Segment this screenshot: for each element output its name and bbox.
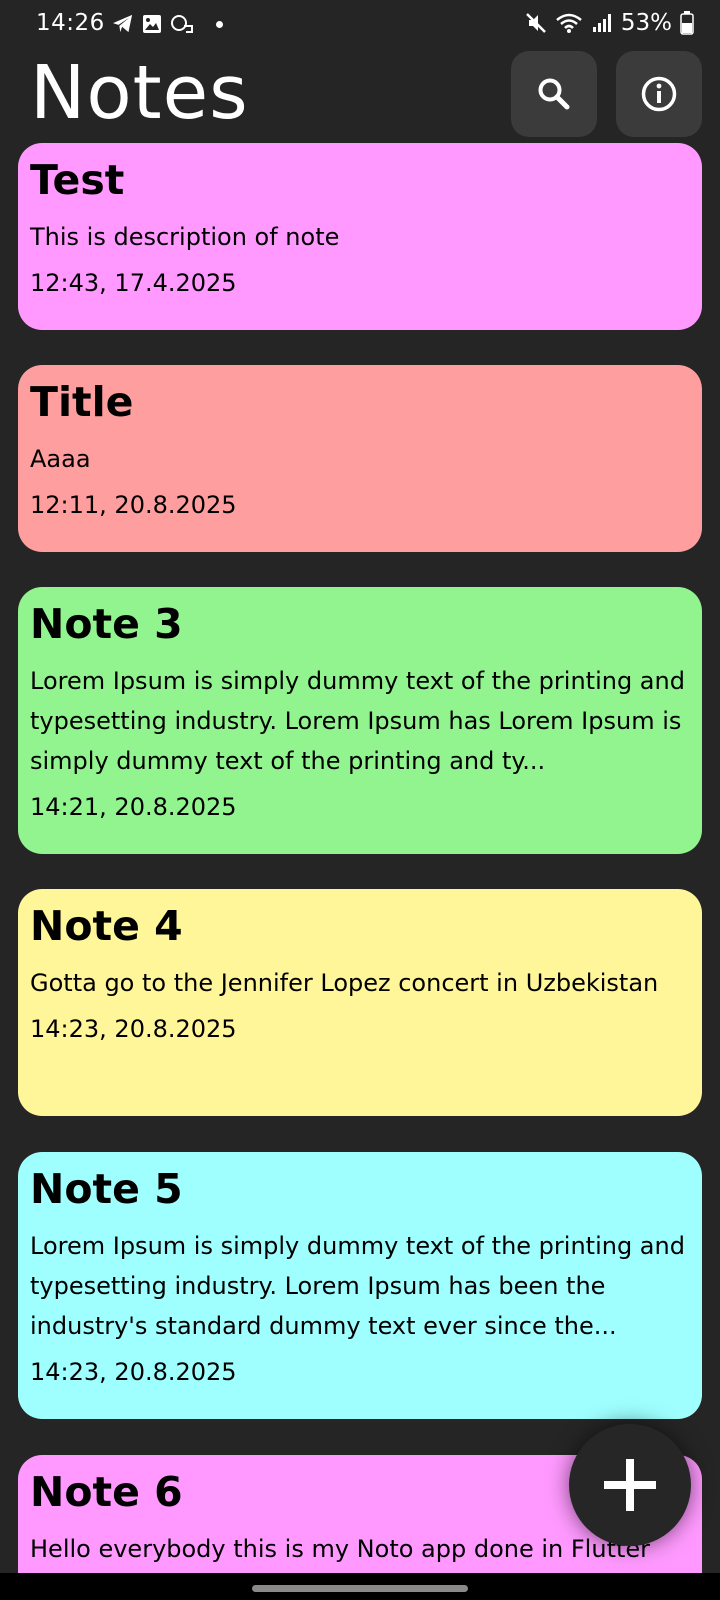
note-title: Note 5 (30, 1165, 183, 1213)
notes-screen: 14:26 53% Notes Test This is description… (0, 0, 720, 1600)
note-date: 12:11, 20.8.2025 (30, 491, 237, 519)
status-bar: 14:26 53% (0, 0, 720, 52)
wifi-icon (556, 13, 582, 33)
link-icon (171, 15, 193, 33)
info-icon (641, 76, 677, 112)
search-button[interactable] (511, 51, 597, 137)
signal-icon (592, 14, 611, 32)
note-card[interactable]: Test This is description of note 12:43, … (18, 143, 702, 330)
note-date: 14:21, 20.8.2025 (30, 793, 237, 821)
note-date: 12:43, 17.4.2025 (30, 269, 237, 297)
status-left-icons (112, 14, 223, 34)
search-icon (538, 78, 570, 110)
note-card[interactable]: Note 3 Lorem Ipsum is simply dummy text … (18, 587, 702, 854)
note-title: Test (30, 156, 125, 204)
plus-icon (604, 1459, 656, 1511)
note-card[interactable]: Note 4 Gotta go to the Jennifer Lopez co… (18, 889, 702, 1116)
note-description: Aaaa (30, 445, 91, 473)
gesture-handle[interactable] (252, 1585, 468, 1592)
telegram-icon (113, 14, 133, 33)
note-description: Hello everybody this is my Noto app done… (30, 1535, 651, 1563)
note-date: 14:23, 20.8.2025 (30, 1358, 237, 1386)
note-description: This is description of note (30, 223, 340, 251)
gallery-icon (143, 15, 161, 33)
info-button[interactable] (616, 51, 702, 137)
note-description: Lorem Ipsum is simply dummy text of the … (30, 667, 685, 775)
notification-dot (216, 20, 223, 28)
battery-percent: 53% (620, 10, 672, 36)
note-title: Title (30, 378, 134, 426)
status-right-icons: 53% (525, 10, 694, 36)
note-description: Lorem Ipsum is simply dummy text of the … (30, 1232, 685, 1340)
note-date: 14:23, 20.8.2025 (30, 1015, 237, 1043)
note-title: Note 4 (30, 902, 183, 950)
note-card[interactable]: Note 5 Lorem Ipsum is simply dummy text … (18, 1152, 702, 1419)
battery-icon (680, 11, 694, 35)
note-title: Note 3 (30, 600, 183, 648)
note-description: Gotta go to the Jennifer Lopez concert i… (30, 969, 659, 997)
mute-icon (525, 13, 546, 33)
status-time: 14:26 (36, 10, 105, 36)
add-note-button[interactable] (569, 1424, 691, 1546)
note-card[interactable]: Title Aaaa 12:11, 20.8.2025 (18, 365, 702, 552)
page-title: Notes (30, 50, 249, 136)
